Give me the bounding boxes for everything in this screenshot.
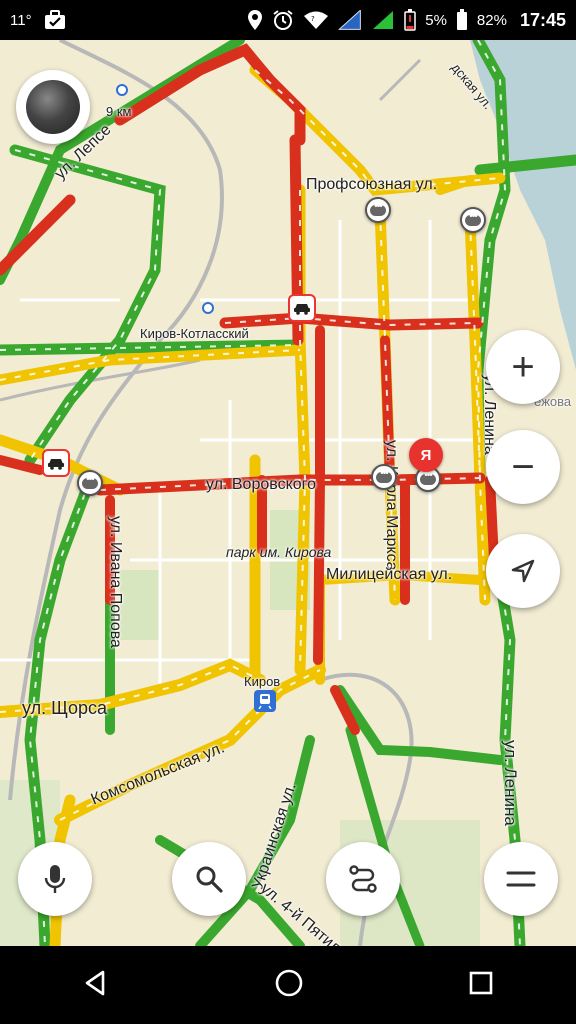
minus-icon: − <box>511 445 535 489</box>
route-button[interactable] <box>326 842 400 916</box>
back-icon[interactable] <box>81 968 111 1003</box>
temperature-text: 11° <box>10 11 32 29</box>
road-event-chat-icon[interactable] <box>460 207 486 233</box>
alarm-icon <box>272 9 294 31</box>
home-icon[interactable] <box>274 968 304 1003</box>
voice-search-button[interactable] <box>18 842 92 916</box>
signal-icon <box>338 10 362 30</box>
label-street-profsoyuznaya: Профсоюзная ул. <box>306 176 438 193</box>
system-navigation-bar <box>0 946 576 1024</box>
label-street-ivana-popova: ул. Ивана Попова <box>107 516 124 648</box>
road-event-chat-icon[interactable] <box>371 464 397 490</box>
zoom-out-button[interactable]: − <box>486 430 560 504</box>
signal-2-icon <box>371 10 395 30</box>
status-bar: 11° ? 5% 82% 17:45 <box>0 0 576 40</box>
search-icon <box>196 866 223 893</box>
road-event-chat-icon[interactable] <box>77 470 103 496</box>
briefcase-check-icon <box>44 10 66 30</box>
label-station-kirov-kotlassky: Киров-Котласский <box>140 326 249 341</box>
route-icon <box>349 865 377 893</box>
traffic-map[interactable]: ул. Лепсе Профсоюзная ул. Киров-Котласск… <box>0 40 576 946</box>
location-icon <box>247 9 263 31</box>
my-location-marker[interactable]: Я <box>409 438 443 472</box>
profile-button[interactable] <box>16 70 90 144</box>
clock: 17:45 <box>519 9 566 30</box>
plus-icon: + <box>511 345 535 389</box>
label-street-shchorsa: ул. Щорса <box>22 698 108 718</box>
wifi-icon: ? <box>303 10 329 30</box>
label-station-kirov: Киров <box>244 674 281 689</box>
accident-icon[interactable] <box>288 294 316 322</box>
station-dot-kotlassky <box>202 302 214 314</box>
menu-button[interactable] <box>484 842 558 916</box>
label-street-karla-marksa: ул. Карла Маркса <box>383 440 400 571</box>
label-street-vorovskogo: ул. Воровского <box>206 476 317 493</box>
recents-icon[interactable] <box>467 969 495 1002</box>
label-distance-9km: 9 км <box>106 104 132 119</box>
station-dot <box>116 84 128 96</box>
railway-4 <box>378 58 422 102</box>
hamburger-menu-icon <box>506 871 536 887</box>
label-street-militseyskaya: Милицейская ул. <box>326 566 453 583</box>
railway-station-icon <box>254 690 276 712</box>
battery-icon <box>456 9 468 31</box>
zoom-in-button[interactable]: + <box>486 330 560 404</box>
avatar <box>26 80 80 134</box>
svg-text:?: ? <box>311 15 315 23</box>
battery-saver-text: 5% <box>425 11 447 29</box>
label-street-lenina-2: ул. Ленина <box>501 740 520 826</box>
microphone-icon <box>44 865 66 893</box>
my-location-button[interactable] <box>486 534 560 608</box>
search-button[interactable] <box>172 842 246 916</box>
battery-low-icon <box>404 9 416 31</box>
battery-text: 82% <box>476 11 507 29</box>
road-event-chat-icon[interactable] <box>365 197 391 223</box>
navigation-arrow-icon <box>511 559 535 583</box>
label-park-kirova: парк им. Кирова <box>226 544 332 560</box>
accident-icon[interactable] <box>42 449 70 477</box>
park-area-2 <box>120 570 160 640</box>
